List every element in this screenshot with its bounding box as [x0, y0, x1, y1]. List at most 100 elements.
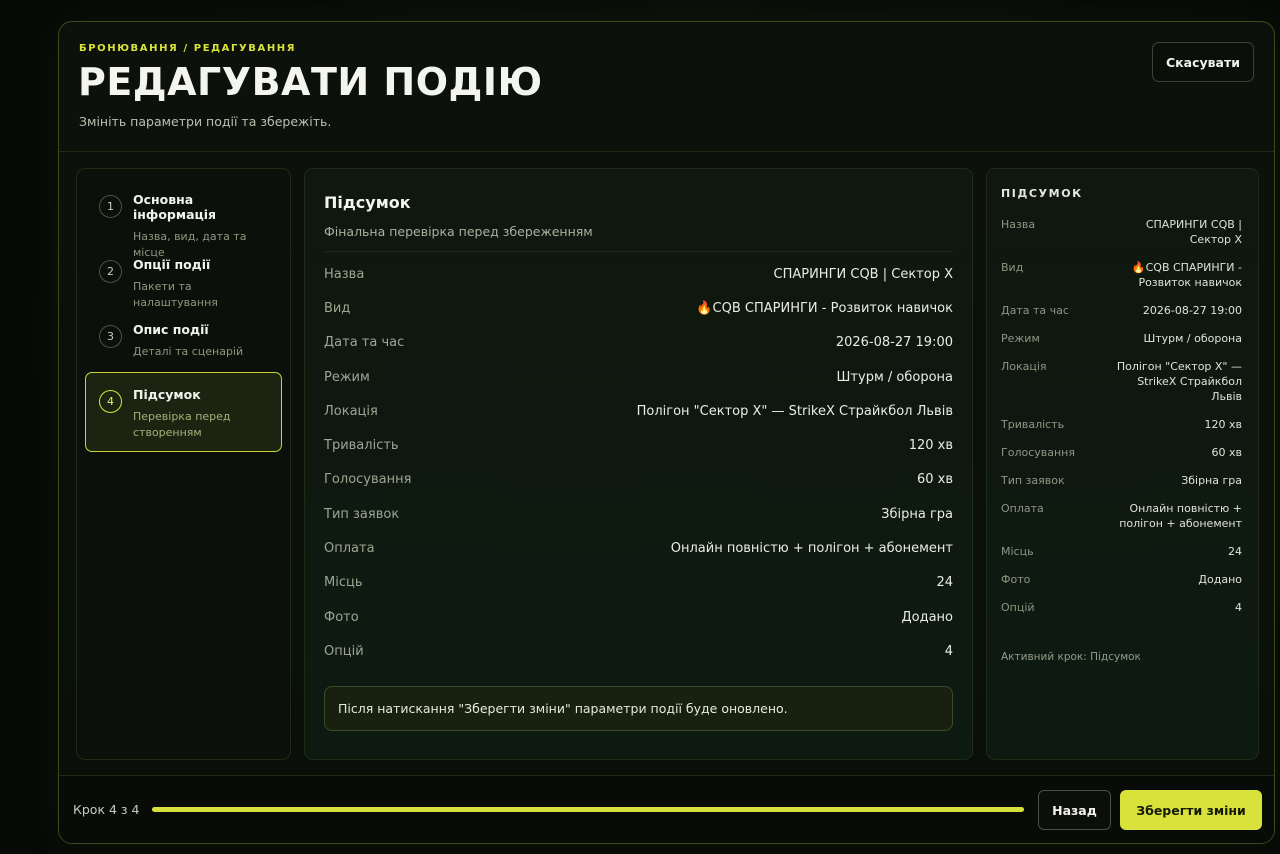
- side-row-datetime: Дата та час 2026-08-27 19:00: [1001, 303, 1242, 318]
- modal-header: БРОНЮВАННЯ / РЕДАГУВАННЯ РЕДАГУВАТИ ПОДІ…: [59, 22, 1274, 152]
- progress-fill: [152, 807, 1024, 812]
- summary-subtitle: Фінальна перевірка перед збереженням: [324, 224, 593, 239]
- row-value: 2026-08-27 19:00: [835, 335, 953, 351]
- step-number: 2: [99, 260, 122, 283]
- step-description: Деталі та сценарій: [133, 345, 244, 358]
- breadcrumb: БРОНЮВАННЯ / РЕДАГУВАННЯ: [79, 43, 297, 54]
- row-value: Онлайн повністю + полігон + абонемент: [1119, 502, 1242, 530]
- row-label: Локація: [1001, 360, 1047, 373]
- side-panel-title: ПІДСУМОК: [1001, 187, 1083, 200]
- side-summary-list: Назва СПАРИНГИ CQB | Сектор Х Вид 🔥CQB СПА…: [1001, 217, 1242, 628]
- row-value: 24: [936, 575, 953, 591]
- summary-row-type: Вид 🔥CQB СПАРИНГИ - Розвиток навичок: [324, 291, 953, 325]
- step-event-description[interactable]: 3 Опис події Деталі та сценарій: [85, 307, 282, 372]
- step-title: Опис події: [133, 322, 209, 337]
- summary-row-seats: Місць 24: [324, 566, 953, 600]
- side-row-options: Опцій 4: [1001, 600, 1242, 615]
- row-value: СПАРИНГИ CQB | Сектор Х: [1145, 218, 1242, 246]
- row-value: 120 хв: [1204, 418, 1243, 431]
- row-label: Вид: [324, 300, 351, 316]
- row-value: 🔥CQB СПАРИНГИ - Розвиток навичок: [1131, 261, 1242, 289]
- step-description: Перевірка перед створенням: [133, 410, 231, 439]
- summary-row-photo: Фото Додано: [324, 600, 953, 634]
- divider: [324, 251, 953, 252]
- step-title: Опції події: [133, 257, 211, 272]
- summary-row-application-type: Тип заявок Збірна гра: [324, 497, 953, 531]
- row-label: Тип заявок: [324, 506, 400, 522]
- save-notice: Після натискання "Зберегти зміни" параме…: [324, 686, 953, 731]
- summary-row-duration: Тривалість 120 хв: [324, 428, 953, 462]
- summary-row-name: Назва СПАРИНГИ CQB | Сектор Х: [324, 257, 953, 291]
- row-label: Оплата: [324, 541, 375, 557]
- summary-title: Підсумок: [324, 193, 411, 212]
- summary-side-panel: ПІДСУМОК Назва СПАРИНГИ CQB | Сектор Х Ви…: [986, 168, 1259, 760]
- row-value: 120 хв: [908, 438, 953, 454]
- step-title: Основна інформація: [133, 192, 217, 222]
- side-row-photo: Фото Додано: [1001, 572, 1242, 587]
- row-value: Збірна гра: [1181, 474, 1242, 487]
- row-value: Штурм / оборона: [1143, 332, 1242, 345]
- row-label: Вид: [1001, 261, 1024, 274]
- row-value: Додано: [901, 609, 953, 625]
- progress-bar: [152, 807, 1024, 812]
- save-changes-button[interactable]: Зберегти зміни: [1120, 790, 1262, 830]
- summary-row-payment: Оплата Онлайн повністю + полігон + абонем…: [324, 531, 953, 565]
- step-number: 1: [99, 195, 122, 218]
- row-label: Опцій: [324, 643, 364, 659]
- row-label: Оплата: [1001, 502, 1044, 515]
- side-row-type: Вид 🔥CQB СПАРИНГИ - Розвиток навичок: [1001, 260, 1242, 290]
- stepper-sidebar: 1 Основна інформація Назва, вид, дата та…: [76, 168, 291, 760]
- row-value: Полігон "Сектор Х" — StrikeX Страйкбол Л…: [1116, 360, 1242, 403]
- summary-row-location: Локація Полігон "Сектор Х" — StrikeX Стра…: [324, 394, 953, 428]
- step-number: 3: [99, 325, 122, 348]
- step-summary[interactable]: 4 Підсумок Перевірка перед створенням: [85, 372, 282, 452]
- row-value: 60 хв: [1211, 446, 1243, 459]
- row-label: Тип заявок: [1001, 474, 1065, 487]
- row-label: Фото: [1001, 573, 1031, 586]
- side-row-mode: Режим Штурм / оборона: [1001, 331, 1242, 346]
- side-row-payment: Оплата Онлайн повністю + полігон + абонем…: [1001, 501, 1242, 531]
- row-value: 24: [1228, 545, 1242, 558]
- row-value: 2026-08-27 19:00: [1142, 304, 1242, 317]
- row-label: Назва: [1001, 218, 1036, 231]
- active-step-label: Активний крок: Підсумок: [1001, 651, 1141, 663]
- row-label: Режим: [324, 369, 370, 385]
- side-row-seats: Місць 24: [1001, 544, 1242, 559]
- row-value: 60 хв: [916, 472, 953, 488]
- summary-row-voting: Голосування 60 хв: [324, 463, 953, 497]
- row-label: Місць: [1001, 545, 1034, 558]
- row-value: СПАРИНГИ CQB | Сектор Х: [773, 266, 954, 282]
- side-row-location: Локація Полігон "Сектор Х" — StrikeX Стра…: [1001, 359, 1242, 404]
- row-value: Додано: [1198, 573, 1242, 586]
- edit-event-modal: БРОНЮВАННЯ / РЕДАГУВАННЯ РЕДАГУВАТИ ПОДІ…: [58, 21, 1275, 844]
- row-label: Фото: [324, 609, 359, 625]
- row-label: Локація: [324, 403, 378, 419]
- step-counter: Крок 4 з 4: [73, 802, 140, 817]
- cancel-button[interactable]: Скасувати: [1152, 42, 1254, 82]
- page-title: РЕДАГУВАТИ ПОДІЮ: [78, 60, 543, 104]
- step-basic-info[interactable]: 1 Основна інформація Назва, вид, дата та…: [85, 177, 282, 259]
- row-label: Місць: [324, 575, 363, 591]
- back-button[interactable]: Назад: [1038, 790, 1111, 830]
- row-value: 4: [1235, 601, 1242, 614]
- row-label: Голосування: [1001, 446, 1075, 459]
- step-title: Підсумок: [133, 387, 201, 402]
- row-value: Штурм / оборона: [836, 369, 953, 385]
- page-subtitle: Змініть параметри події та збережіть.: [79, 114, 332, 129]
- row-value: 🔥CQB СПАРИНГИ - Розвиток навичок: [696, 300, 953, 316]
- side-row-application-type: Тип заявок Збірна гра: [1001, 473, 1242, 488]
- step-number: 4: [99, 390, 122, 413]
- row-label: Назва: [324, 266, 365, 282]
- row-label: Дата та час: [1001, 304, 1069, 317]
- row-value: Збірна гра: [881, 506, 953, 522]
- row-label: Дата та час: [324, 335, 405, 351]
- row-label: Режим: [1001, 332, 1040, 345]
- modal-footer: Крок 4 з 4 Назад Зберегти зміни: [59, 775, 1274, 843]
- row-value: Онлайн повністю + полігон + абонемент: [670, 541, 953, 557]
- row-label: Голосування: [324, 472, 412, 488]
- summary-row-options: Опцій 4: [324, 634, 953, 668]
- side-row-duration: Тривалість 120 хв: [1001, 417, 1242, 432]
- step-event-options[interactable]: 2 Опції події Пакети та налаштування: [85, 242, 282, 309]
- summary-table: Назва СПАРИНГИ CQB | Сектор Х Вид 🔥CQB СПА…: [324, 257, 953, 669]
- row-value: Полігон "Сектор Х" — StrikeX Страйкбол Л…: [636, 403, 953, 419]
